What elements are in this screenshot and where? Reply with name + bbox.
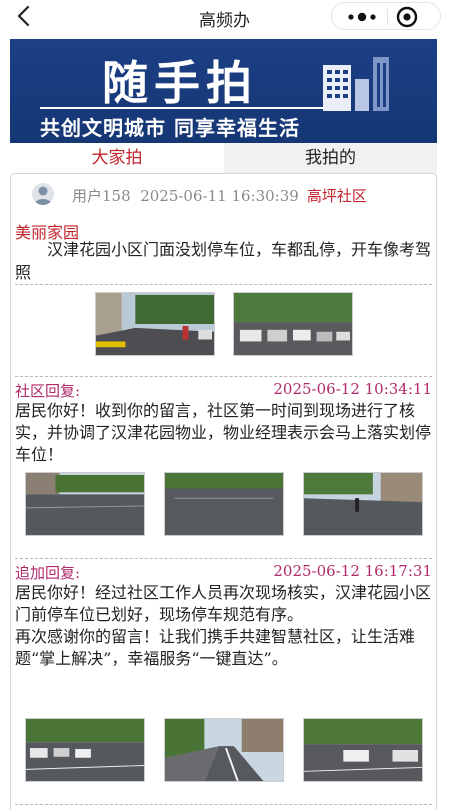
divider	[15, 558, 432, 559]
reply-photo[interactable]	[303, 718, 423, 782]
mini-program-capsule	[331, 2, 441, 30]
reply-content: 居民你好！经过社区工作人员再次现场核实，汉津花园小区门前停车位已划好，现场停车规…	[15, 582, 435, 670]
banner-rule	[40, 107, 340, 109]
reply-header: 社区回复: 2025-06-12 10:34:11	[15, 380, 432, 401]
reply-label: 社区回复:	[15, 382, 81, 400]
reply-time: 2025-06-12 10:34:11	[273, 380, 432, 398]
reply-header: 追加回复: 2025-06-12 16:17:31	[15, 562, 432, 583]
post-photo[interactable]	[95, 292, 215, 356]
divider	[15, 284, 432, 285]
reply-photo[interactable]	[25, 718, 145, 782]
tab-everyone[interactable]: 大家拍	[10, 143, 224, 173]
reply-label: 追加回复:	[15, 564, 81, 582]
reply-paragraph: 再次感谢你的留言！让我们携手共建智慧社区，让生活难题“掌上解决”，幸福服务“一键…	[15, 627, 416, 668]
divider	[15, 804, 432, 805]
reply-paragraph: 居民你好！收到你的留言，社区第一时间到现场进行了核实，并协调了汉津花园物业，物业…	[15, 401, 432, 464]
avatar	[32, 183, 54, 205]
tab-bar: 大家拍 我拍的	[10, 143, 437, 173]
divider	[15, 376, 432, 377]
banner-headline: 随手拍	[102, 56, 258, 110]
post-community: 高坪社区	[306, 187, 367, 205]
reply-content: 居民你好！收到你的留言，社区第一时间到现场进行了核实，并协调了汉津花园物业，物业…	[15, 400, 435, 466]
building-icon	[323, 57, 389, 111]
post-time: 2025-06-11 16:30:39	[140, 187, 299, 205]
avatar-icon	[34, 186, 52, 205]
reply-paragraph: 居民你好！经过社区工作人员再次现场核实，汉津花园小区门前停车位已划好，现场停车规…	[15, 583, 432, 624]
post-content: 汉津花园小区门面没划停车位，车都乱停，开车像考驾照	[15, 240, 432, 282]
navigation-bar: 高频办	[0, 0, 449, 34]
post-card: 用户158 2025-06-11 16:30:39 高坪社区 美丽家园 汉津花园小…	[10, 173, 437, 810]
campaign-banner: 随手拍 共创文明城市 同享幸福生活	[10, 39, 437, 143]
tab-mine[interactable]: 我拍的	[224, 143, 437, 173]
post-photo[interactable]	[233, 292, 353, 356]
reply-photo[interactable]	[164, 472, 284, 536]
close-icon[interactable]	[396, 6, 418, 28]
reply-photo[interactable]	[303, 472, 423, 536]
capsule-divider	[387, 9, 388, 25]
banner-slogan: 共创文明城市 同享幸福生活	[40, 116, 300, 140]
post-meta: 用户158 2025-06-11 16:30:39 高坪社区	[72, 185, 367, 206]
reply-photo[interactable]	[164, 718, 284, 782]
reply-time: 2025-06-12 16:17:31	[273, 562, 432, 580]
more-icon[interactable]	[342, 9, 382, 25]
post-user: 用户158	[72, 187, 131, 205]
reply-photo[interactable]	[25, 472, 145, 536]
